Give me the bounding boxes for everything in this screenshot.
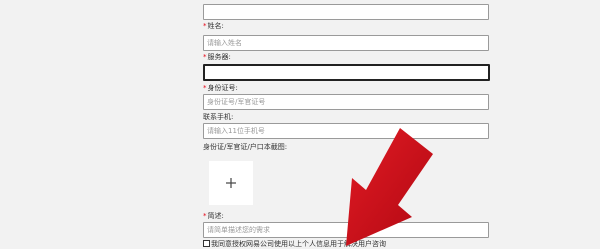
phone-label: 联系手机: (203, 113, 234, 121)
name-input[interactable]: 请输入姓名 (203, 35, 489, 51)
description-input[interactable]: 请简单描述您的需求 (203, 222, 489, 238)
agreement-checkbox[interactable] (203, 240, 210, 247)
id-number-input[interactable]: 身份证号/军官证号 (203, 94, 489, 110)
upload-photo-button[interactable] (209, 161, 253, 205)
top-input[interactable] (203, 4, 489, 20)
name-label: *姓名: (203, 22, 224, 30)
server-input[interactable] (203, 64, 490, 81)
phone-input[interactable]: 请输入11位手机号 (203, 123, 489, 139)
description-label: *简述: (203, 212, 224, 220)
server-label: *服务器: (203, 53, 231, 61)
id-number-label: *身份证号: (203, 84, 238, 92)
photo-label: 身份证/军官证/户口本截图: (203, 143, 288, 151)
agreement-text: 我同意授权网易公司使用以上个人信息用于解决用户咨询 (211, 240, 386, 248)
plus-icon (226, 178, 236, 188)
